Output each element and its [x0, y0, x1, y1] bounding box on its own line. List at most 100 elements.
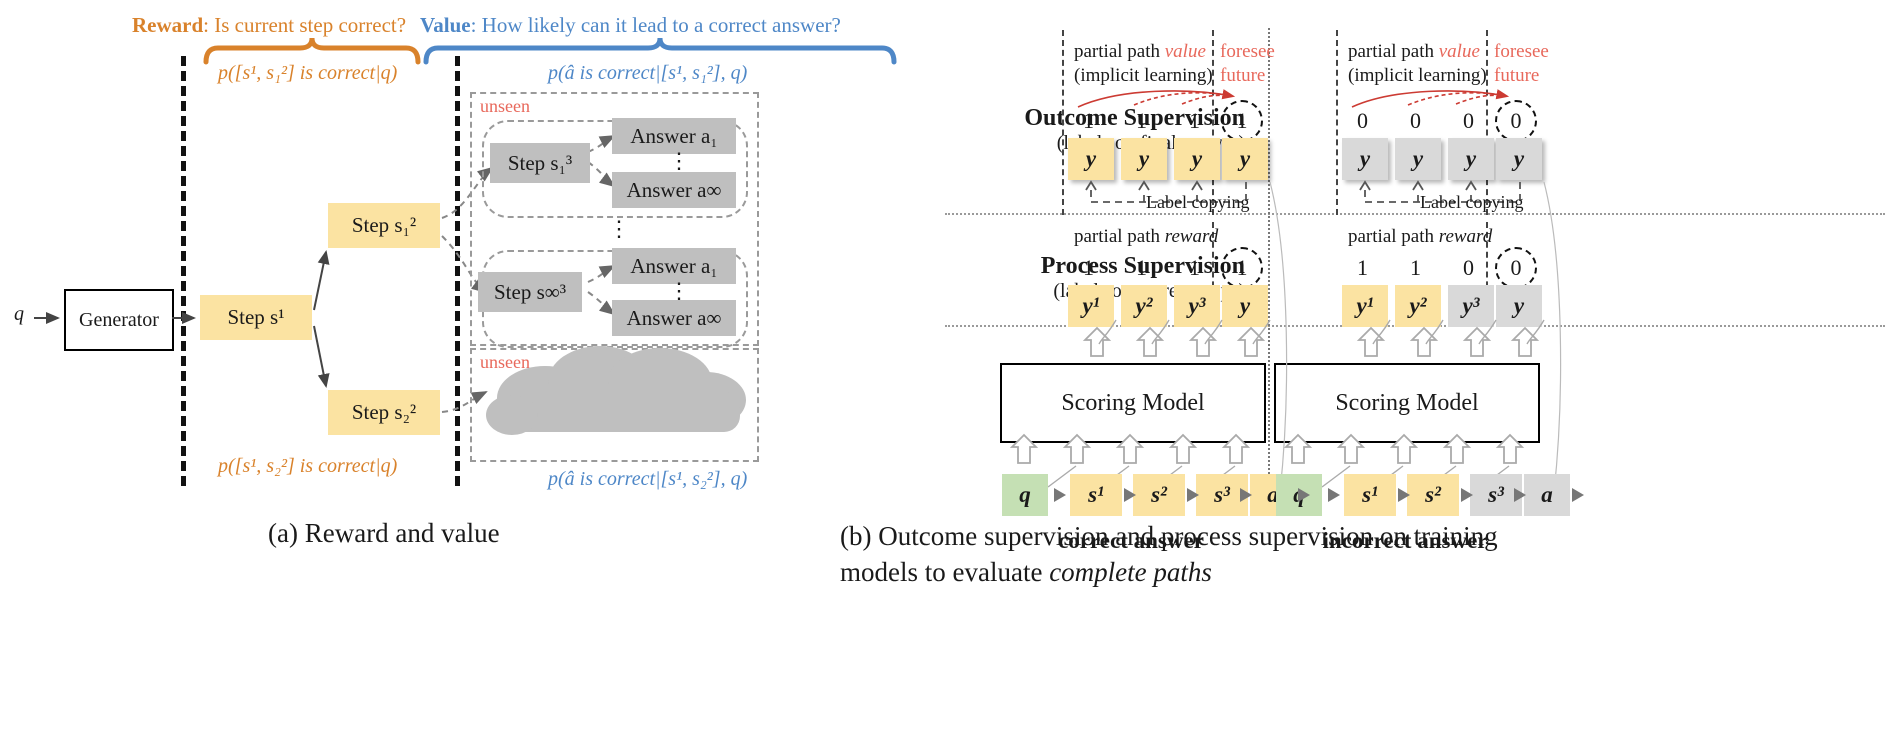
token-incorrect-3: s³: [1470, 474, 1522, 516]
process-incorrect-ybox-2: y³: [1448, 285, 1494, 327]
token-label: s³: [1488, 482, 1504, 507]
scoring-model-incorrect-box: Scoring Model: [1274, 363, 1540, 443]
ybox-label: y¹: [1082, 293, 1100, 318]
divider-outcome-process: [945, 213, 1885, 215]
step-s1-box: Step s¹: [200, 295, 312, 340]
answer-a1-bottom-label: Answer a₁: [630, 253, 718, 278]
step-s2-2-box: Step s₂²: [328, 390, 440, 435]
unseen-bottom-label: unseen: [480, 352, 530, 372]
outcome-incorrect-ybox-1: y: [1395, 138, 1441, 180]
unseen-top-label: unseen: [480, 96, 530, 116]
outcome-incorrect-label-copying-text: Label copying: [1420, 192, 1524, 212]
token-label: s³: [1214, 482, 1230, 507]
answer-ainf-bottom-label: Answer a∞: [626, 305, 722, 330]
process-incorrect-ybox-3: y: [1496, 285, 1542, 327]
outcome-note-c: (implicit learning): [1348, 64, 1487, 86]
ybox-label: y: [1465, 146, 1477, 171]
process-correct-value-circled: 1: [1221, 247, 1263, 289]
outcome-note-value: value: [1438, 41, 1480, 62]
ybox-label: y: [1412, 146, 1424, 171]
outcome-incorrect-value-2: 0: [1463, 108, 1474, 133]
outcome-correct-value-1: 1: [1136, 108, 1147, 133]
vdots-answers-bottom: ⋮: [668, 278, 690, 303]
outcome-incorrect-ybox-2: y: [1448, 138, 1494, 180]
ybox-label: y: [1085, 146, 1097, 171]
ybox-label: y³: [1188, 293, 1206, 318]
foresee-line-a: foresee: [1220, 41, 1275, 62]
process-correct-value-0: 1: [1083, 255, 1094, 280]
outcome-incorrect-note: partial path value (implicit learning): [1348, 40, 1488, 88]
ybox-label: y: [1513, 293, 1525, 318]
reward-key-label: Reward: [132, 13, 204, 37]
process-correct-value-3: 1: [1236, 255, 1248, 280]
step-s2-2-label: Step s₂²: [351, 400, 417, 424]
outcome-correct-foresee: foresee future: [1220, 40, 1275, 88]
process-correct-ybox-0: y¹: [1068, 285, 1114, 327]
outcome-incorrect-value-circled: 0: [1495, 100, 1537, 142]
outcome-note-a: partial path: [1074, 41, 1165, 62]
reward-question-text: : Is current step correct?: [203, 13, 407, 37]
ybox-label: y: [1191, 146, 1203, 171]
generator-label: Generator: [79, 308, 159, 331]
token-correct-3: s³: [1196, 474, 1248, 516]
step-s1-3-box: Step s₁³: [490, 143, 590, 183]
outcome-correct-ybox-2: y: [1174, 138, 1220, 180]
process-incorrect-value-1: 1: [1410, 255, 1421, 280]
reward-header: Reward: Is current step correct?: [132, 13, 406, 38]
process-incorrect-ybox-1: y²: [1395, 285, 1441, 327]
process-note-reward: reward: [1438, 226, 1493, 247]
ybox-label: y¹: [1356, 293, 1374, 318]
outcome-supervision-title: Outcome Supervision: [1024, 105, 1245, 131]
process-correct-ybox-1: y²: [1121, 285, 1167, 327]
outcome-correct-left-border: [1062, 30, 1064, 215]
step-s1-label: Step s¹: [227, 305, 285, 329]
token-correct-0: q: [1002, 474, 1048, 516]
process-incorrect-value-2: 0: [1463, 255, 1474, 280]
outcome-note-a: partial path: [1348, 41, 1439, 62]
outcome-incorrect-ybox-3: y: [1496, 138, 1542, 180]
scoring-model-correct-box: Scoring Model: [1000, 363, 1266, 443]
foresee-line-b: future: [1494, 64, 1540, 86]
value-key-label: Value: [420, 13, 471, 37]
process-correct-ybox-3: y: [1222, 285, 1268, 327]
process-correct-note: partial path reward: [1074, 226, 1218, 248]
token-correct-1: s¹: [1070, 474, 1122, 516]
formula-value-top: p(â is correct|[s¹, s₁²], q): [548, 62, 748, 84]
process-correct-value-2: 1: [1189, 255, 1200, 280]
token-incorrect-1: s¹: [1344, 474, 1396, 516]
answer-ainf-top-box: Answer a∞: [612, 172, 736, 208]
ybox-label: y: [1239, 146, 1251, 171]
process-correct-value-1: 1: [1136, 255, 1147, 280]
ybox-label: y: [1513, 146, 1525, 171]
answer-ainf-bottom-box: Answer a∞: [612, 300, 736, 336]
formula-reward-bottom: p([s¹, s₂²] is correct|q): [218, 455, 398, 477]
divider-correct-incorrect: [1268, 28, 1270, 498]
process-note-a: partial path: [1074, 226, 1165, 247]
process-supervision-title: Process Supervision: [1040, 253, 1245, 279]
process-incorrect-value-circled: 0: [1495, 247, 1537, 289]
panel-b: Outcome Supervision (labels on final ans…: [840, 0, 1896, 741]
outcome-correct-value-3: 1: [1236, 108, 1248, 133]
process-incorrect-note: partial path reward: [1348, 226, 1492, 248]
vdots-answers-top: ⋮: [668, 148, 690, 173]
scoring-model-incorrect-label: Scoring Model: [1335, 389, 1479, 416]
token-label: q: [1293, 482, 1305, 507]
token-incorrect-0: q: [1276, 474, 1322, 516]
process-note-a: partial path: [1348, 226, 1439, 247]
panel-b-caption-line2: models to evaluate complete paths: [840, 554, 1896, 590]
token-incorrect-2: s²: [1407, 474, 1459, 516]
step-s1-2-box: Step s₁²: [328, 203, 440, 248]
token-label: q: [1019, 482, 1031, 507]
step-sinf-3-label: Step s∞³: [493, 279, 567, 304]
ybox-label: y³: [1462, 293, 1480, 318]
outcome-correct-label-copying-text: Label copying: [1146, 192, 1250, 212]
panel-a-caption: (a) Reward and value: [268, 518, 500, 548]
foresee-line-a: foresee: [1494, 41, 1549, 62]
outcome-correct-ybox-0: y: [1068, 138, 1114, 180]
ybox-label: y: [1359, 146, 1371, 171]
step-sinf-3-box: Step s∞³: [478, 272, 582, 312]
step-s1-2-label: Step s₁²: [351, 213, 417, 237]
outcome-correct-value-2: 1: [1189, 108, 1200, 133]
process-incorrect-value-3: 0: [1510, 255, 1522, 280]
process-note-reward: reward: [1164, 226, 1219, 247]
